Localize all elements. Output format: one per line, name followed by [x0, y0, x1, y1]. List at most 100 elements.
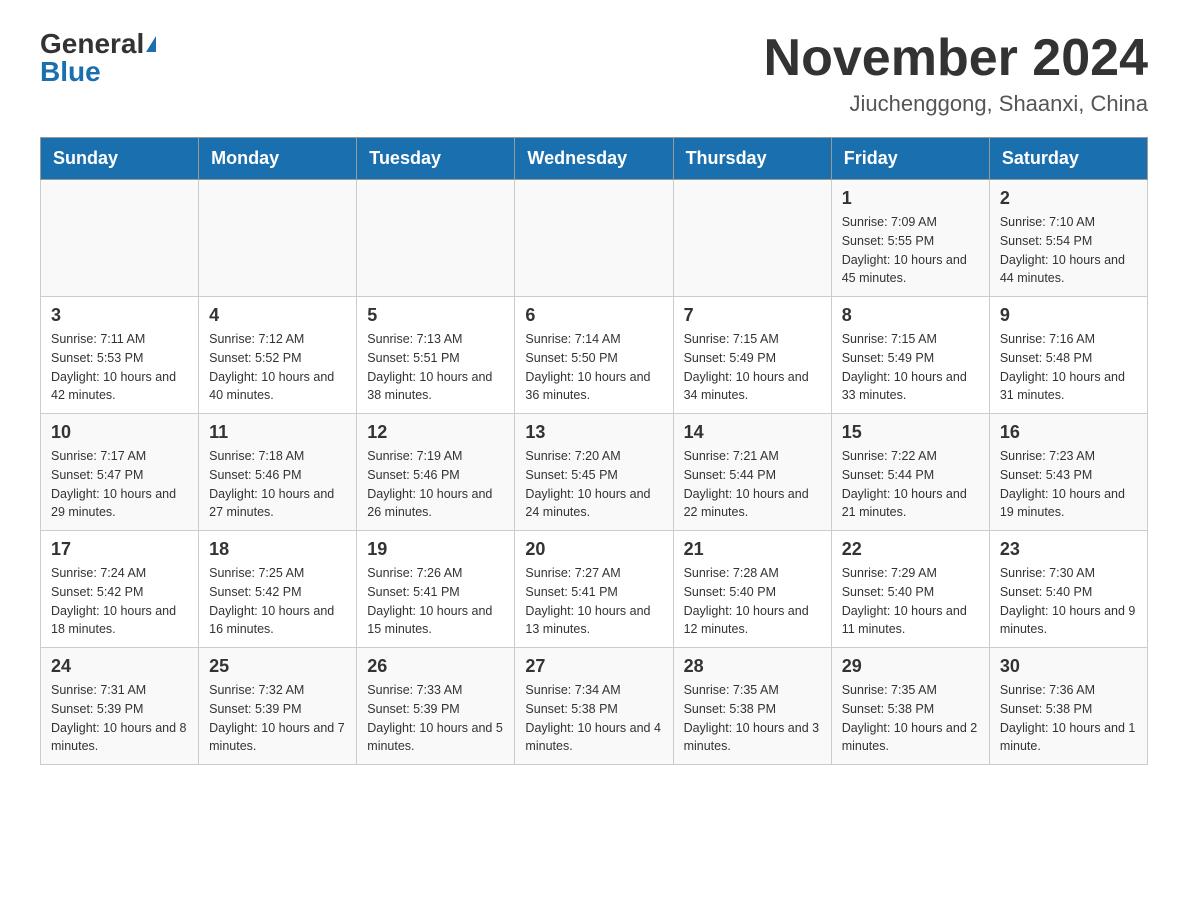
day-info: Sunrise: 7:28 AMSunset: 5:40 PMDaylight:…	[684, 564, 821, 639]
day-number: 9	[1000, 305, 1137, 326]
day-number: 21	[684, 539, 821, 560]
day-number: 13	[525, 422, 662, 443]
calendar-cell: 16Sunrise: 7:23 AMSunset: 5:43 PMDayligh…	[989, 414, 1147, 531]
day-info: Sunrise: 7:26 AMSunset: 5:41 PMDaylight:…	[367, 564, 504, 639]
day-info: Sunrise: 7:20 AMSunset: 5:45 PMDaylight:…	[525, 447, 662, 522]
calendar-cell: 21 Sunrise: 7:28 AMSunset: 5:40 PMDayligh…	[673, 531, 831, 648]
calendar-cell: 11 Sunrise: 7:18 AMSunset: 5:46 PMDayligh…	[199, 414, 357, 531]
calendar-cell: 22 Sunrise: 7:29 AMSunset: 5:40 PMDayligh…	[831, 531, 989, 648]
day-number: 29	[842, 656, 979, 677]
day-info: Sunrise: 7:36 AMSunset: 5:38 PMDaylight:…	[1000, 681, 1137, 756]
day-number: 17	[51, 539, 188, 560]
day-number: 10	[51, 422, 188, 443]
day-number: 12	[367, 422, 504, 443]
day-number: 8	[842, 305, 979, 326]
calendar-week-row: 17 Sunrise: 7:24 AMSunset: 5:42 PMDayligh…	[41, 531, 1148, 648]
calendar-cell: 14 Sunrise: 7:21 AMSunset: 5:44 PMDayligh…	[673, 414, 831, 531]
day-number: 20	[525, 539, 662, 560]
calendar-cell: 6 Sunrise: 7:14 AMSunset: 5:50 PMDaylight…	[515, 297, 673, 414]
day-number: 14	[684, 422, 821, 443]
day-number: 23	[1000, 539, 1137, 560]
day-info: Sunrise: 7:31 AMSunset: 5:39 PMDaylight:…	[51, 681, 188, 756]
calendar-cell: 23 Sunrise: 7:30 AMSunset: 5:40 PMDayligh…	[989, 531, 1147, 648]
calendar-cell: 4Sunrise: 7:12 AMSunset: 5:52 PMDaylight…	[199, 297, 357, 414]
day-info: Sunrise: 7:13 AMSunset: 5:51 PMDaylight:…	[367, 330, 504, 405]
day-info: Sunrise: 7:10 AMSunset: 5:54 PMDaylight:…	[1000, 213, 1137, 288]
calendar-cell: 28 Sunrise: 7:35 AMSunset: 5:38 PMDayligh…	[673, 648, 831, 765]
day-info: Sunrise: 7:09 AMSunset: 5:55 PMDaylight:…	[842, 213, 979, 288]
day-info: Sunrise: 7:35 AMSunset: 5:38 PMDaylight:…	[684, 681, 821, 756]
day-info: Sunrise: 7:30 AMSunset: 5:40 PMDaylight:…	[1000, 564, 1137, 639]
calendar-cell: 13 Sunrise: 7:20 AMSunset: 5:45 PMDayligh…	[515, 414, 673, 531]
day-info: Sunrise: 7:17 AMSunset: 5:47 PMDaylight:…	[51, 447, 188, 522]
calendar-cell: 24 Sunrise: 7:31 AMSunset: 5:39 PMDayligh…	[41, 648, 199, 765]
day-number: 1	[842, 188, 979, 209]
calendar-cell: 1 Sunrise: 7:09 AMSunset: 5:55 PMDaylight…	[831, 180, 989, 297]
day-info: Sunrise: 7:18 AMSunset: 5:46 PMDaylight:…	[209, 447, 346, 522]
column-header-saturday: Saturday	[989, 138, 1147, 180]
calendar-cell: 7 Sunrise: 7:15 AMSunset: 5:49 PMDaylight…	[673, 297, 831, 414]
calendar-cell: 8 Sunrise: 7:15 AMSunset: 5:49 PMDaylight…	[831, 297, 989, 414]
calendar-cell: 25Sunrise: 7:32 AMSunset: 5:39 PMDayligh…	[199, 648, 357, 765]
calendar-cell: 18Sunrise: 7:25 AMSunset: 5:42 PMDayligh…	[199, 531, 357, 648]
calendar-cell: 20 Sunrise: 7:27 AMSunset: 5:41 PMDayligh…	[515, 531, 673, 648]
day-number: 16	[1000, 422, 1137, 443]
calendar-cell: 10 Sunrise: 7:17 AMSunset: 5:47 PMDayligh…	[41, 414, 199, 531]
calendar-cell	[199, 180, 357, 297]
column-header-monday: Monday	[199, 138, 357, 180]
calendar-cell: 30Sunrise: 7:36 AMSunset: 5:38 PMDayligh…	[989, 648, 1147, 765]
calendar-cell: 26Sunrise: 7:33 AMSunset: 5:39 PMDayligh…	[357, 648, 515, 765]
logo-general-text: General	[40, 30, 144, 58]
location-subtitle: Jiuchenggong, Shaanxi, China	[764, 91, 1148, 117]
calendar-cell: 15 Sunrise: 7:22 AMSunset: 5:44 PMDayligh…	[831, 414, 989, 531]
calendar-week-row: 10 Sunrise: 7:17 AMSunset: 5:47 PMDayligh…	[41, 414, 1148, 531]
day-number: 26	[367, 656, 504, 677]
day-number: 5	[367, 305, 504, 326]
day-info: Sunrise: 7:14 AMSunset: 5:50 PMDaylight:…	[525, 330, 662, 405]
day-info: Sunrise: 7:11 AMSunset: 5:53 PMDaylight:…	[51, 330, 188, 405]
day-number: 28	[684, 656, 821, 677]
day-number: 22	[842, 539, 979, 560]
day-info: Sunrise: 7:16 AMSunset: 5:48 PMDaylight:…	[1000, 330, 1137, 405]
day-number: 3	[51, 305, 188, 326]
day-info: Sunrise: 7:29 AMSunset: 5:40 PMDaylight:…	[842, 564, 979, 639]
calendar-week-row: 24 Sunrise: 7:31 AMSunset: 5:39 PMDayligh…	[41, 648, 1148, 765]
calendar-cell: 17 Sunrise: 7:24 AMSunset: 5:42 PMDayligh…	[41, 531, 199, 648]
logo-blue-text: Blue	[40, 56, 101, 87]
calendar-cell	[357, 180, 515, 297]
calendar-cell	[673, 180, 831, 297]
day-info: Sunrise: 7:27 AMSunset: 5:41 PMDaylight:…	[525, 564, 662, 639]
calendar-cell: 12 Sunrise: 7:19 AMSunset: 5:46 PMDayligh…	[357, 414, 515, 531]
calendar-cell: 19 Sunrise: 7:26 AMSunset: 5:41 PMDayligh…	[357, 531, 515, 648]
day-info: Sunrise: 7:21 AMSunset: 5:44 PMDaylight:…	[684, 447, 821, 522]
day-info: Sunrise: 7:15 AMSunset: 5:49 PMDaylight:…	[684, 330, 821, 405]
day-info: Sunrise: 7:15 AMSunset: 5:49 PMDaylight:…	[842, 330, 979, 405]
logo-triangle-icon	[146, 36, 156, 52]
day-number: 7	[684, 305, 821, 326]
day-number: 18	[209, 539, 346, 560]
day-number: 25	[209, 656, 346, 677]
calendar-week-row: 1 Sunrise: 7:09 AMSunset: 5:55 PMDaylight…	[41, 180, 1148, 297]
calendar-cell: 27Sunrise: 7:34 AMSunset: 5:38 PMDayligh…	[515, 648, 673, 765]
column-header-sunday: Sunday	[41, 138, 199, 180]
day-info: Sunrise: 7:12 AMSunset: 5:52 PMDaylight:…	[209, 330, 346, 405]
day-number: 2	[1000, 188, 1137, 209]
column-header-tuesday: Tuesday	[357, 138, 515, 180]
column-header-wednesday: Wednesday	[515, 138, 673, 180]
calendar-cell	[515, 180, 673, 297]
day-number: 27	[525, 656, 662, 677]
calendar-week-row: 3 Sunrise: 7:11 AMSunset: 5:53 PMDaylight…	[41, 297, 1148, 414]
calendar-cell: 5 Sunrise: 7:13 AMSunset: 5:51 PMDaylight…	[357, 297, 515, 414]
day-number: 15	[842, 422, 979, 443]
calendar-cell: 3 Sunrise: 7:11 AMSunset: 5:53 PMDaylight…	[41, 297, 199, 414]
calendar-cell	[41, 180, 199, 297]
day-info: Sunrise: 7:35 AMSunset: 5:38 PMDaylight:…	[842, 681, 979, 756]
calendar-cell: 9 Sunrise: 7:16 AMSunset: 5:48 PMDaylight…	[989, 297, 1147, 414]
day-info: Sunrise: 7:24 AMSunset: 5:42 PMDaylight:…	[51, 564, 188, 639]
day-info: Sunrise: 7:22 AMSunset: 5:44 PMDaylight:…	[842, 447, 979, 522]
day-number: 19	[367, 539, 504, 560]
day-number: 6	[525, 305, 662, 326]
day-number: 11	[209, 422, 346, 443]
day-number: 24	[51, 656, 188, 677]
day-info: Sunrise: 7:19 AMSunset: 5:46 PMDaylight:…	[367, 447, 504, 522]
